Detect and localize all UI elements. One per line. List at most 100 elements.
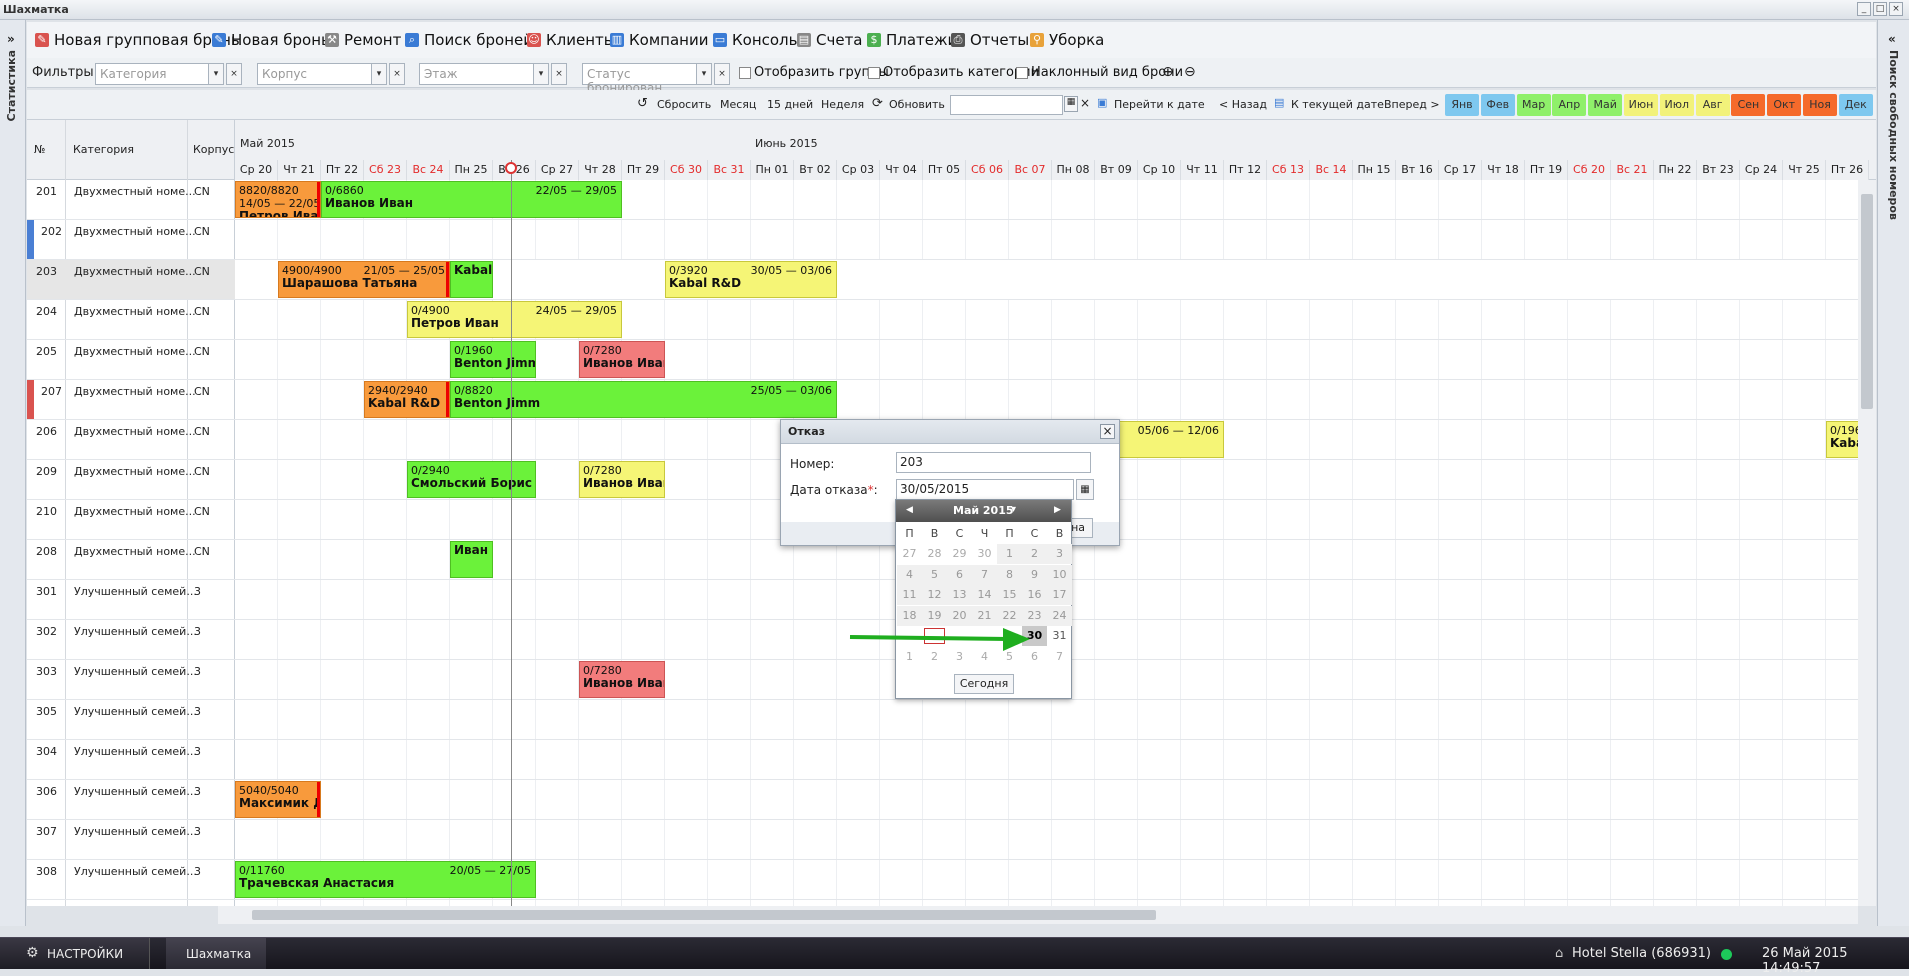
- month-view-button[interactable]: Месяц: [720, 98, 756, 111]
- menu-pencil-button[interactable]: ✎ Новая бронь: [212, 31, 330, 49]
- show-categories-checkbox[interactable]: [868, 67, 880, 79]
- building-filter[interactable]: Корпус: [257, 63, 387, 85]
- booking-block[interactable]: 0/3920 Kabal R&D 30/05 — 03/06: [665, 261, 837, 298]
- month-button-7[interactable]: Авг: [1695, 94, 1730, 116]
- booking-block[interactable]: 5040/5040 Максимик Д: [235, 781, 321, 818]
- expand-right-icon[interactable]: «: [1888, 32, 1896, 46]
- booking-block[interactable]: Иван: [450, 541, 493, 578]
- calendar-day[interactable]: 30: [972, 544, 997, 564]
- menu-users-button[interactable]: ☺ Клиенты: [527, 31, 616, 49]
- minimize-button[interactable]: _: [1857, 2, 1871, 16]
- booking-block[interactable]: 0/6860 Иванов Иван 22/05 — 29/05: [321, 181, 622, 218]
- category-filter[interactable]: Категория: [95, 63, 218, 85]
- calendar-day[interactable]: 27: [897, 544, 922, 564]
- category-clear-icon[interactable]: ×: [226, 63, 242, 85]
- vertical-scroll-thumb[interactable]: [1861, 194, 1873, 409]
- calendar-day[interactable]: 28: [922, 544, 947, 564]
- menu-building-button[interactable]: ▥ Компании: [610, 31, 708, 49]
- calendar-day[interactable]: 13: [947, 585, 972, 605]
- booking-block[interactable]: 4900/4900 Шарашова Татьяна 21/05 — 25/05: [278, 261, 450, 298]
- booking-block[interactable]: 0/7280 Иванов Иван: [579, 661, 665, 698]
- 15-days-view-button[interactable]: 15 дней: [767, 98, 813, 111]
- back-button[interactable]: < Назад: [1219, 98, 1267, 111]
- month-button-2[interactable]: Мар: [1516, 94, 1551, 116]
- vertical-scrollbar[interactable]: [1858, 180, 1876, 906]
- booking-block[interactable]: Kabal: [450, 261, 493, 298]
- room-row[interactable]: 207 Двухместный номе... CN: [27, 380, 1876, 420]
- dialog-close-button[interactable]: ×: [1100, 424, 1115, 439]
- room-row[interactable]: 205 Двухместный номе... CN: [27, 340, 1876, 380]
- menu-search-button[interactable]: ⌕ Поиск броней: [405, 31, 533, 49]
- calendar-day[interactable]: 20: [947, 605, 972, 626]
- booking-block[interactable]: 0/8820 Benton Jimm 25/05 — 03/06: [450, 381, 837, 418]
- menu-invoice-button[interactable]: ▤ Счета: [797, 31, 863, 49]
- month-button-5[interactable]: Июн: [1624, 94, 1658, 116]
- calendar-day[interactable]: 6: [947, 564, 972, 585]
- reset-icon[interactable]: ↺: [637, 96, 648, 111]
- calendar-day[interactable]: 8: [997, 564, 1022, 585]
- calendar-day[interactable]: 3: [1047, 544, 1072, 564]
- week-view-button[interactable]: Неделя: [821, 98, 864, 111]
- room-input[interactable]: 203: [896, 452, 1091, 473]
- month-button-8[interactable]: Сен: [1731, 94, 1766, 116]
- booking-block[interactable]: 8820/8820 14/05 — 22/05 Петров Ива: [235, 181, 321, 218]
- current-date-button[interactable]: К текущей дате: [1291, 98, 1384, 111]
- today-button[interactable]: Сегодня: [954, 674, 1014, 694]
- calendar-day[interactable]: 24: [1047, 605, 1072, 626]
- zoom-out-icon[interactable]: ⊖: [1184, 64, 1196, 80]
- menu-pencil-button[interactable]: ✎ Новая групповая бронь: [35, 31, 240, 49]
- status-filter[interactable]: Статус бронирован: [582, 63, 712, 95]
- booking-block[interactable]: 2940/2940 Kabal R&D: [364, 381, 450, 418]
- booking-block[interactable]: 0/7280 Иванов Иван: [579, 461, 665, 498]
- refresh-button[interactable]: Обновить: [889, 98, 945, 111]
- calendar-day[interactable]: 22: [997, 605, 1022, 626]
- horizontal-scroll-thumb[interactable]: [252, 910, 1156, 920]
- month-button-4[interactable]: Май: [1588, 94, 1623, 116]
- building-clear-icon[interactable]: ×: [389, 63, 405, 85]
- status-clear-icon[interactable]: ×: [714, 63, 730, 85]
- room-row[interactable]: 204 Двухместный номе... CN: [27, 300, 1876, 340]
- month-button-9[interactable]: Окт: [1767, 94, 1802, 116]
- floor-filter[interactable]: Этаж: [419, 63, 549, 85]
- show-groups-checkbox[interactable]: [739, 67, 751, 79]
- calendar-day[interactable]: 7: [972, 564, 997, 585]
- reset-button[interactable]: Сбросить: [657, 98, 711, 111]
- goto-date-button[interactable]: Перейти к дате: [1114, 98, 1205, 111]
- month-button-10[interactable]: Ноя: [1803, 94, 1837, 116]
- room-row[interactable]: 202 Двухместный номе... CN: [27, 220, 1876, 260]
- month-dropdown-icon[interactable]: ▾: [1011, 504, 1016, 515]
- booking-block[interactable]: 0/4900 Петров Иван 24/05 — 29/05: [407, 301, 622, 338]
- status-dropdown-icon[interactable]: ▾: [696, 63, 712, 85]
- calendar-day[interactable]: 23: [1022, 605, 1047, 626]
- calendar-day[interactable]: 16: [1022, 585, 1047, 605]
- calendar-day[interactable]: 19: [922, 605, 947, 626]
- calendar-day[interactable]: 4: [897, 564, 922, 585]
- expand-left-icon[interactable]: »: [7, 32, 15, 46]
- room-row[interactable]: 304 Улучшенный семей... 3: [27, 740, 1876, 780]
- menu-wrench-button[interactable]: ⚒ Ремонт: [325, 31, 401, 49]
- room-row[interactable]: 307 Улучшенный семей... 3: [27, 820, 1876, 860]
- refresh-icon[interactable]: ⟳: [872, 96, 883, 111]
- calendar-day[interactable]: 5: [922, 564, 947, 585]
- calendar-day[interactable]: 10: [1047, 564, 1072, 585]
- calendar-month-label[interactable]: Май 2015: [953, 504, 1014, 517]
- floor-dropdown-icon[interactable]: ▾: [533, 63, 549, 85]
- menu-console-button[interactable]: ▭ Консоль: [713, 31, 798, 49]
- forward-button[interactable]: Вперед >: [1384, 98, 1440, 111]
- current-date-icon[interactable]: ▤: [1274, 96, 1284, 109]
- calendar-day[interactable]: 31: [1047, 626, 1072, 646]
- zoom-in-icon[interactable]: ⊕: [1162, 64, 1174, 80]
- close-window-button[interactable]: ×: [1889, 2, 1903, 16]
- month-button-1[interactable]: Фев: [1480, 94, 1515, 116]
- room-row[interactable]: 305 Улучшенный семей... 3: [27, 700, 1876, 740]
- building-dropdown-icon[interactable]: ▾: [371, 63, 387, 85]
- calendar-day[interactable]: 14: [972, 585, 997, 605]
- horizontal-scrollbar[interactable]: [218, 906, 1858, 924]
- calendar-day[interactable]: 15: [997, 585, 1022, 605]
- goto-date-icon[interactable]: ▣: [1097, 96, 1107, 109]
- calendar-day[interactable]: 9: [1022, 564, 1047, 585]
- prev-month-icon[interactable]: ◀: [906, 505, 913, 515]
- calendar-day[interactable]: 21: [972, 605, 997, 626]
- tilted-view-checkbox[interactable]: [1016, 67, 1028, 79]
- calendar-day[interactable]: 1: [997, 544, 1022, 564]
